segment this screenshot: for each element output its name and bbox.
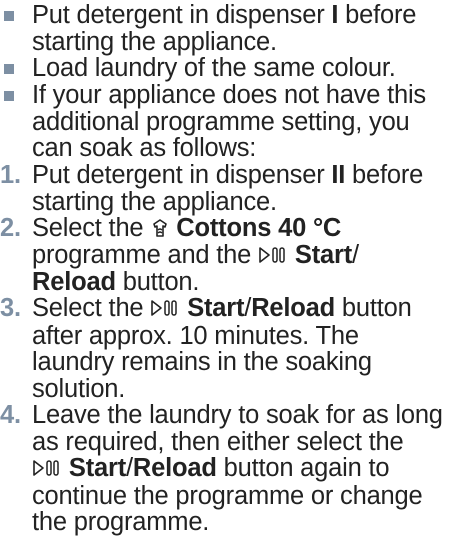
- start-reload-icon: [258, 243, 288, 270]
- bullet-square-icon: [4, 64, 14, 74]
- start-reload-icon: [150, 296, 180, 323]
- step-number: 4.: [0, 401, 21, 429]
- bullet-square-icon: [4, 11, 14, 21]
- cottons-programme-icon: [150, 215, 170, 242]
- step-number: 1.: [0, 161, 21, 189]
- start-reload-icon: [32, 456, 62, 483]
- step-number: 3.: [0, 294, 21, 322]
- step-number: 2.: [0, 214, 21, 242]
- instruction-page: Put detergent in dispenser I before star…: [0, 1, 443, 536]
- bullet-square-icon: [4, 91, 14, 101]
